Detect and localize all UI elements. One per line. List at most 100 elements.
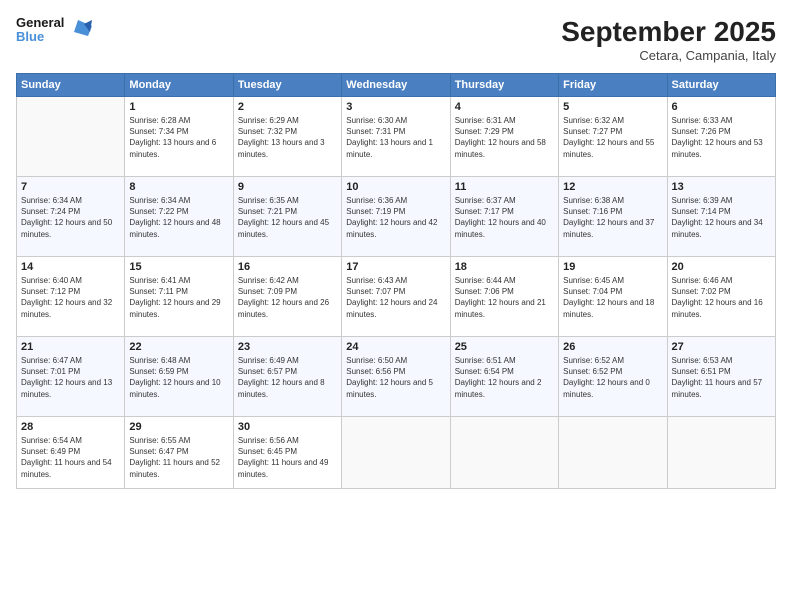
subtitle: Cetara, Campania, Italy (561, 48, 776, 63)
day-cell: 18 Sunrise: 6:44 AMSunset: 7:06 PMDayligh… (450, 257, 558, 337)
day-cell (17, 97, 125, 177)
day-cell: 19 Sunrise: 6:45 AMSunset: 7:04 PMDayligh… (559, 257, 667, 337)
day-number: 10 (346, 181, 445, 193)
logo: General Blue (16, 16, 92, 45)
header-cell-tuesday: Tuesday (233, 74, 341, 97)
day-cell: 16 Sunrise: 6:42 AMSunset: 7:09 PMDayligh… (233, 257, 341, 337)
day-number: 1 (129, 101, 228, 113)
day-info: Sunrise: 6:38 AMSunset: 7:16 PMDaylight:… (563, 195, 662, 240)
day-number: 30 (238, 421, 337, 433)
day-number: 18 (455, 261, 554, 273)
week-row-1: 1Sunrise: 6:28 AMSunset: 7:34 PMDaylight… (17, 97, 776, 177)
header-row: SundayMondayTuesdayWednesdayThursdayFrid… (17, 74, 776, 97)
day-info: Sunrise: 6:48 AMSunset: 6:59 PMDaylight:… (129, 355, 228, 400)
day-info: Sunrise: 6:51 AMSunset: 6:54 PMDaylight:… (455, 355, 554, 400)
day-info: Sunrise: 6:46 AMSunset: 7:02 PMDaylight:… (672, 275, 771, 320)
day-info: Sunrise: 6:41 AMSunset: 7:11 PMDaylight:… (129, 275, 228, 320)
day-info: Sunrise: 6:42 AMSunset: 7:09 PMDaylight:… (238, 275, 337, 320)
day-number: 17 (346, 261, 445, 273)
day-info: Sunrise: 6:50 AMSunset: 6:56 PMDaylight:… (346, 355, 445, 400)
day-cell: 26 Sunrise: 6:52 AMSunset: 6:52 PMDayligh… (559, 337, 667, 417)
day-number: 24 (346, 341, 445, 353)
day-info: Sunrise: 6:45 AMSunset: 7:04 PMDaylight:… (563, 275, 662, 320)
day-info: Sunrise: 6:34 AMSunset: 7:22 PMDaylight:… (129, 195, 228, 240)
day-number: 8 (129, 181, 228, 193)
day-number: 7 (21, 181, 120, 193)
day-number: 14 (21, 261, 120, 273)
day-cell: 25 Sunrise: 6:51 AMSunset: 6:54 PMDayligh… (450, 337, 558, 417)
page-container: General Blue September 2025 Cetara, Camp… (0, 0, 792, 612)
day-info: Sunrise: 6:47 AMSunset: 7:01 PMDaylight:… (21, 355, 120, 400)
day-cell (450, 417, 558, 489)
day-number: 21 (21, 341, 120, 353)
day-cell: 28 Sunrise: 6:54 AMSunset: 6:49 PMDayligh… (17, 417, 125, 489)
day-cell: 27 Sunrise: 6:53 AMSunset: 6:51 PMDayligh… (667, 337, 775, 417)
day-number: 12 (563, 181, 662, 193)
day-number: 26 (563, 341, 662, 353)
header-cell-monday: Monday (125, 74, 233, 97)
day-info: Sunrise: 6:52 AMSunset: 6:52 PMDaylight:… (563, 355, 662, 400)
day-cell (559, 417, 667, 489)
day-number: 5 (563, 101, 662, 113)
day-number: 11 (455, 181, 554, 193)
day-cell: 5 Sunrise: 6:32 AMSunset: 7:27 PMDaylight… (559, 97, 667, 177)
day-number: 29 (129, 421, 228, 433)
week-row-4: 21 Sunrise: 6:47 AMSunset: 7:01 PMDayligh… (17, 337, 776, 417)
header-cell-wednesday: Wednesday (342, 74, 450, 97)
day-number: 15 (129, 261, 228, 273)
calendar-table: SundayMondayTuesdayWednesdayThursdayFrid… (16, 73, 776, 489)
day-cell: 20 Sunrise: 6:46 AMSunset: 7:02 PMDayligh… (667, 257, 775, 337)
day-cell: 8 Sunrise: 6:34 AMSunset: 7:22 PMDaylight… (125, 177, 233, 257)
header-cell-saturday: Saturday (667, 74, 775, 97)
day-number: 2 (238, 101, 337, 113)
day-cell: 3Sunrise: 6:30 AMSunset: 7:31 PMDaylight… (342, 97, 450, 177)
day-number: 13 (672, 181, 771, 193)
day-cell: 22 Sunrise: 6:48 AMSunset: 6:59 PMDayligh… (125, 337, 233, 417)
day-cell: 17Sunrise: 6:43 AMSunset: 7:07 PMDayligh… (342, 257, 450, 337)
day-info: Sunrise: 6:44 AMSunset: 7:06 PMDaylight:… (455, 275, 554, 320)
day-number: 25 (455, 341, 554, 353)
day-info: Sunrise: 6:36 AMSunset: 7:19 PMDaylight:… (346, 195, 445, 240)
day-info: Sunrise: 6:34 AMSunset: 7:24 PMDaylight:… (21, 195, 120, 240)
week-row-5: 28 Sunrise: 6:54 AMSunset: 6:49 PMDayligh… (17, 417, 776, 489)
header-cell-thursday: Thursday (450, 74, 558, 97)
day-number: 20 (672, 261, 771, 273)
day-cell: 12 Sunrise: 6:38 AMSunset: 7:16 PMDayligh… (559, 177, 667, 257)
day-number: 16 (238, 261, 337, 273)
day-cell: 6Sunrise: 6:33 AMSunset: 7:26 PMDaylight… (667, 97, 775, 177)
day-cell: 9Sunrise: 6:35 AMSunset: 7:21 PMDaylight… (233, 177, 341, 257)
day-cell: 7 Sunrise: 6:34 AMSunset: 7:24 PMDaylight… (17, 177, 125, 257)
day-cell: 13Sunrise: 6:39 AMSunset: 7:14 PMDayligh… (667, 177, 775, 257)
day-cell: 30 Sunrise: 6:56 AMSunset: 6:45 PMDayligh… (233, 417, 341, 489)
day-number: 19 (563, 261, 662, 273)
title-area: September 2025 Cetara, Campania, Italy (561, 16, 776, 63)
day-info: Sunrise: 6:32 AMSunset: 7:27 PMDaylight:… (563, 115, 662, 160)
day-cell (342, 417, 450, 489)
header: General Blue September 2025 Cetara, Camp… (16, 16, 776, 63)
day-info: Sunrise: 6:54 AMSunset: 6:49 PMDaylight:… (21, 435, 120, 480)
day-number: 4 (455, 101, 554, 113)
logo-bird-icon (70, 16, 92, 44)
day-info: Sunrise: 6:53 AMSunset: 6:51 PMDaylight:… (672, 355, 771, 400)
day-cell: 21 Sunrise: 6:47 AMSunset: 7:01 PMDayligh… (17, 337, 125, 417)
day-number: 6 (672, 101, 771, 113)
day-number: 22 (129, 341, 228, 353)
week-row-3: 14Sunrise: 6:40 AMSunset: 7:12 PMDayligh… (17, 257, 776, 337)
day-info: Sunrise: 6:37 AMSunset: 7:17 PMDaylight:… (455, 195, 554, 240)
day-cell: 1Sunrise: 6:28 AMSunset: 7:34 PMDaylight… (125, 97, 233, 177)
day-number: 27 (672, 341, 771, 353)
day-cell: 11 Sunrise: 6:37 AMSunset: 7:17 PMDayligh… (450, 177, 558, 257)
day-cell (667, 417, 775, 489)
day-number: 28 (21, 421, 120, 433)
logo-mark: General Blue (16, 16, 64, 45)
day-info: Sunrise: 6:31 AMSunset: 7:29 PMDaylight:… (455, 115, 554, 160)
day-cell: 15 Sunrise: 6:41 AMSunset: 7:11 PMDayligh… (125, 257, 233, 337)
day-info: Sunrise: 6:55 AMSunset: 6:47 PMDaylight:… (129, 435, 228, 480)
header-cell-sunday: Sunday (17, 74, 125, 97)
day-cell: 2Sunrise: 6:29 AMSunset: 7:32 PMDaylight… (233, 97, 341, 177)
day-cell: 23Sunrise: 6:49 AMSunset: 6:57 PMDayligh… (233, 337, 341, 417)
day-info: Sunrise: 6:35 AMSunset: 7:21 PMDaylight:… (238, 195, 337, 240)
day-cell: 10 Sunrise: 6:36 AMSunset: 7:19 PMDayligh… (342, 177, 450, 257)
day-cell: 4 Sunrise: 6:31 AMSunset: 7:29 PMDaylight… (450, 97, 558, 177)
day-info: Sunrise: 6:56 AMSunset: 6:45 PMDaylight:… (238, 435, 337, 480)
